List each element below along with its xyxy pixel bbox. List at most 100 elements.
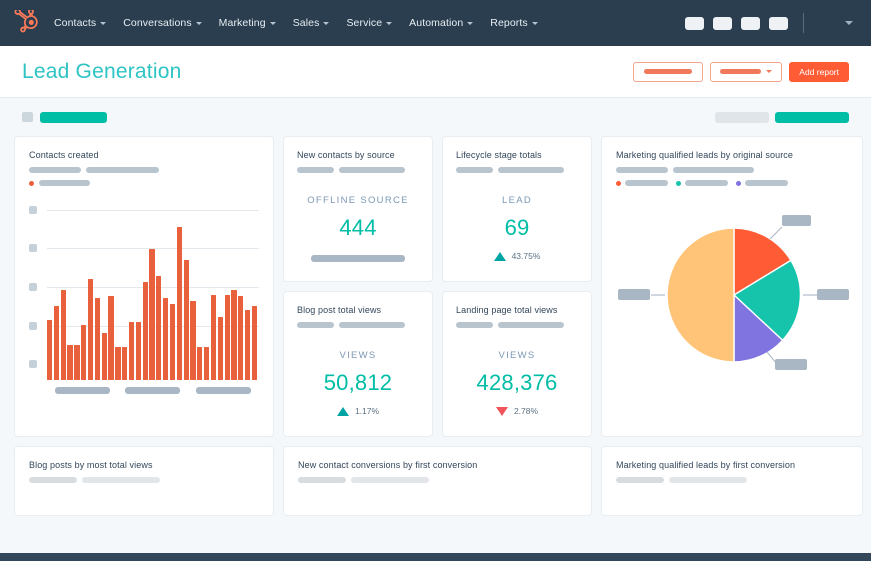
kpi-metric-label: VIEWS bbox=[498, 350, 536, 361]
gridline bbox=[47, 210, 259, 211]
bar bbox=[81, 324, 87, 380]
subtitle-bar bbox=[456, 167, 493, 173]
bar bbox=[94, 297, 101, 380]
nav-item-service[interactable]: Service bbox=[346, 17, 393, 29]
nav-item-label: Contacts bbox=[54, 17, 97, 29]
nav-action-icon-3[interactable] bbox=[741, 16, 760, 30]
subtitle-bar bbox=[673, 167, 754, 173]
subtitle-bar bbox=[86, 167, 159, 173]
y-axis-tick bbox=[29, 283, 37, 291]
subtitle-bar bbox=[297, 167, 334, 173]
hubspot-sprocket-logo[interactable] bbox=[14, 10, 40, 36]
active-filter-chip[interactable] bbox=[40, 111, 107, 123]
nav-item-reports[interactable]: Reports bbox=[490, 17, 538, 29]
card-landing-page-total-views[interactable]: Landing page total views VIEWS 428,376 2… bbox=[442, 291, 592, 437]
card-lifecycle-stage-totals[interactable]: Lifecycle stage totals LEAD 69 43.75% bbox=[442, 136, 592, 282]
bar bbox=[53, 305, 60, 380]
card-new-contact-conversions[interactable]: New contact conversions by first convers… bbox=[283, 446, 592, 516]
subtitle-bar bbox=[29, 477, 77, 483]
subtitle-bar bbox=[498, 167, 564, 173]
subtitle-bar bbox=[29, 167, 81, 173]
nav-item-label: Reports bbox=[490, 17, 528, 29]
nav-item-label: Service bbox=[346, 17, 383, 29]
bar bbox=[108, 296, 114, 380]
nav-item-conversations[interactable]: Conversations bbox=[123, 17, 202, 29]
pie-slice-label-placeholder bbox=[782, 215, 811, 226]
pie-slice-4 bbox=[666, 227, 735, 363]
x-axis-label-placeholder bbox=[125, 387, 181, 394]
subtitle-bar bbox=[298, 477, 346, 483]
nav-item-automation[interactable]: Automation bbox=[409, 17, 474, 29]
chevron-down-icon bbox=[467, 21, 474, 25]
card-subtitle-placeholders bbox=[297, 322, 419, 328]
dashboard-filter-dropdown[interactable] bbox=[710, 61, 783, 82]
bar bbox=[210, 294, 217, 380]
card-blog-posts-by-most-total-views[interactable]: Blog posts by most total views bbox=[14, 446, 274, 516]
kpi-delta-row: 1.17% bbox=[297, 406, 419, 416]
card-title: Blog posts by most total views bbox=[29, 460, 153, 470]
card-new-contacts-by-source[interactable]: New contacts by source OFFLINE SOURCE 44… bbox=[283, 136, 433, 282]
nav-action-icon-2[interactable] bbox=[713, 16, 732, 30]
page-title: Lead Generation bbox=[22, 59, 182, 83]
bar bbox=[176, 226, 182, 380]
pie-slice-label-placeholder bbox=[775, 359, 807, 370]
bar bbox=[251, 305, 258, 380]
y-axis-tick bbox=[29, 322, 37, 330]
bar bbox=[67, 345, 73, 380]
nav-action-icon-4[interactable] bbox=[769, 16, 788, 30]
card-subtitle-placeholders bbox=[456, 167, 578, 173]
pie-chart-legend bbox=[616, 180, 848, 186]
card-title: Blog post total views bbox=[297, 305, 382, 315]
bar bbox=[101, 332, 107, 380]
pie-slice-label-placeholder bbox=[817, 289, 849, 300]
subtitle-bar bbox=[82, 477, 160, 483]
header-actions: Add report bbox=[633, 61, 849, 82]
dashboard-board: Contacts created New contacts by source … bbox=[0, 98, 871, 553]
legend-label-placeholder bbox=[625, 180, 668, 186]
bar bbox=[169, 304, 176, 380]
nav-item-contacts[interactable]: Contacts bbox=[54, 17, 107, 29]
page-header: Lead Generation Add report bbox=[0, 46, 871, 98]
nav-item-marketing[interactable]: Marketing bbox=[219, 17, 276, 29]
subtitle-bar bbox=[456, 322, 493, 328]
bar bbox=[245, 310, 251, 380]
bar bbox=[190, 301, 196, 380]
account-chevron-down-icon[interactable] bbox=[845, 21, 853, 25]
bar-series bbox=[47, 222, 258, 380]
card-mql-by-first-conversion[interactable]: Marketing qualified leads by first conve… bbox=[601, 446, 863, 516]
pie-slice-label-placeholder bbox=[618, 289, 650, 300]
card-title: New contact conversions by first convers… bbox=[298, 460, 478, 470]
bar bbox=[122, 346, 128, 380]
trend-down-icon bbox=[495, 406, 508, 416]
pie-chart bbox=[616, 192, 849, 402]
dashboard-grid-top: Contacts created New contacts by source … bbox=[0, 136, 871, 437]
legend-dot-icon bbox=[736, 180, 741, 186]
card-subtitle-placeholders bbox=[297, 167, 419, 173]
chevron-down-icon bbox=[531, 21, 538, 25]
bar bbox=[238, 296, 244, 380]
subtitle-bar bbox=[616, 167, 668, 173]
card-mql-by-original-source[interactable]: Marketing qualified leads by original so… bbox=[601, 136, 863, 437]
card-subtitle-placeholders bbox=[29, 167, 259, 173]
card-subtitle-placeholders bbox=[29, 477, 259, 483]
legend-label-placeholder bbox=[745, 180, 788, 186]
nav-action-icon-1[interactable] bbox=[685, 16, 704, 30]
card-subtitle-placeholders bbox=[456, 322, 578, 328]
filter-icon[interactable] bbox=[22, 112, 33, 122]
chevron-down-icon bbox=[195, 21, 202, 25]
filter-chip-secondary[interactable] bbox=[715, 111, 769, 123]
nav-menu: Contacts Conversations Marketing Sales S… bbox=[54, 17, 538, 29]
app-root: Contacts Conversations Marketing Sales S… bbox=[0, 0, 871, 561]
legend-label-placeholder bbox=[39, 180, 90, 186]
x-axis-label-placeholder bbox=[54, 387, 110, 394]
nav-item-sales[interactable]: Sales bbox=[293, 17, 330, 29]
legend-dot-icon bbox=[29, 180, 34, 186]
trend-up-icon bbox=[336, 406, 349, 416]
card-contacts-created[interactable]: Contacts created bbox=[14, 136, 274, 437]
card-blog-post-total-views[interactable]: Blog post total views VIEWS 50,812 1.17% bbox=[283, 291, 433, 437]
filter-chip-primary[interactable] bbox=[775, 111, 849, 123]
add-report-button[interactable]: Add report bbox=[789, 61, 849, 82]
bar bbox=[115, 346, 121, 380]
x-axis-labels bbox=[29, 387, 259, 394]
dashboard-actions-button[interactable] bbox=[633, 61, 704, 82]
